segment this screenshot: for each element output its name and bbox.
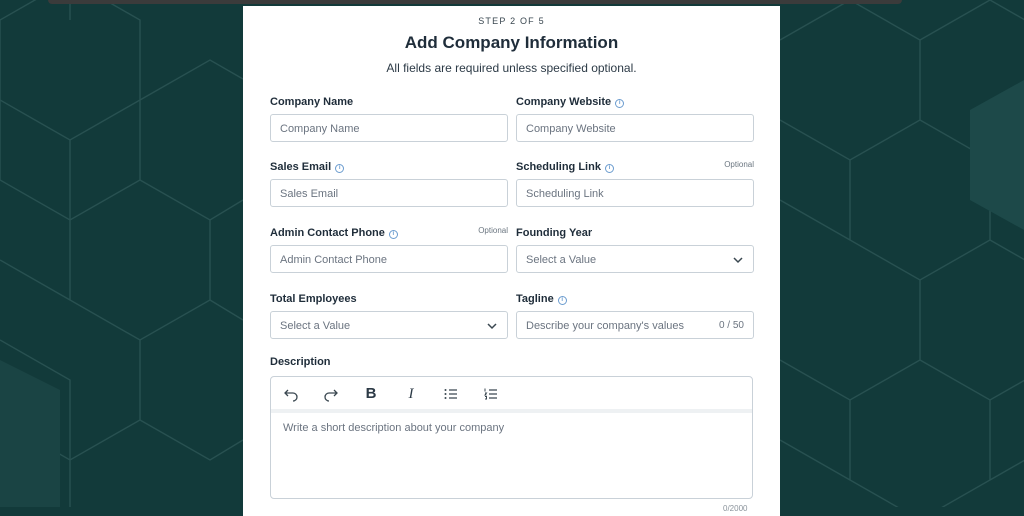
total-employees-value: Select a Value [280, 320, 351, 332]
bullet-list-icon[interactable] [443, 386, 459, 402]
italic-icon[interactable]: I [403, 386, 419, 402]
bold-icon[interactable]: B [363, 386, 379, 402]
info-icon[interactable]: i [557, 296, 567, 305]
undo-icon[interactable] [283, 386, 299, 402]
sales-email-placeholder: Sales Email [280, 188, 339, 200]
redo-icon[interactable] [323, 386, 339, 402]
description-editor[interactable]: B I Write a short description about your… [270, 376, 753, 499]
info-icon[interactable]: i [388, 230, 398, 239]
founding-year-value: Select a Value [526, 254, 597, 266]
admin-phone-label: Admin Contact Phone [270, 227, 385, 239]
admin-phone-field: Admin Contact Phone i Optional Admin Cont… [270, 223, 508, 273]
form-card: STEP 2 OF 5 Add Company Information All … [243, 6, 780, 516]
total-employees-select[interactable]: Select a Value [270, 311, 508, 339]
founding-year-select[interactable]: Select a Value [516, 245, 754, 273]
founding-year-field: Founding Year Select a Value [516, 223, 754, 273]
sales-email-input[interactable]: Sales Email [270, 179, 508, 207]
founding-year-label: Founding Year [516, 227, 593, 239]
optional-tag: Optional [478, 226, 508, 235]
description-char-counter: 0/2000 [723, 504, 748, 513]
chevron-down-icon [733, 257, 743, 264]
company-website-label: Company Website [516, 96, 612, 108]
tagline-field: Tagline i Describe your company's values … [516, 289, 754, 339]
company-name-label: Company Name [270, 96, 354, 108]
info-icon[interactable]: i [335, 164, 345, 173]
admin-phone-placeholder: Admin Contact Phone [280, 254, 388, 266]
step-indicator: STEP 2 OF 5 [478, 16, 545, 26]
admin-phone-input[interactable]: Admin Contact Phone [270, 245, 508, 273]
info-icon[interactable]: i [615, 99, 625, 108]
tagline-label: Tagline [516, 293, 554, 305]
page-subtitle: All fields are required unless specified… [386, 61, 637, 75]
optional-tag: Optional [724, 160, 754, 169]
chevron-down-icon [487, 323, 497, 330]
description-label: Description [270, 356, 331, 368]
total-employees-field: Total Employees Select a Value [270, 289, 508, 339]
company-name-field: Company Name Company Name [270, 92, 508, 142]
scheduling-link-input[interactable]: Scheduling Link [516, 179, 754, 207]
company-website-placeholder: Company Website [526, 123, 616, 135]
scheduling-link-label: Scheduling Link [516, 161, 601, 173]
company-name-input[interactable]: Company Name [270, 114, 508, 142]
tagline-char-counter: 0 / 50 [718, 320, 744, 331]
description-placeholder: Write a short description about your com… [283, 422, 505, 434]
scheduling-link-placeholder: Scheduling Link [526, 188, 604, 200]
scheduling-link-field: Scheduling Link i Optional Scheduling Lin… [516, 157, 754, 207]
page-title: Add Company Information [404, 33, 619, 52]
company-name-placeholder: Company Name [280, 123, 360, 135]
info-icon[interactable]: i [604, 164, 614, 173]
sales-email-field: Sales Email i Sales Email [270, 157, 508, 207]
editor-toolbar: B I [271, 377, 752, 413]
browser-top-bar [48, 0, 902, 4]
sales-email-label: Sales Email [270, 161, 332, 173]
numbered-list-icon[interactable] [483, 386, 499, 402]
company-website-field: Company Website i Company Website [516, 92, 754, 142]
tagline-placeholder: Describe your company's values [526, 320, 685, 332]
tagline-input[interactable]: Describe your company's values 0 / 50 [516, 311, 754, 339]
company-website-input[interactable]: Company Website [516, 114, 754, 142]
total-employees-label: Total Employees [270, 293, 357, 305]
